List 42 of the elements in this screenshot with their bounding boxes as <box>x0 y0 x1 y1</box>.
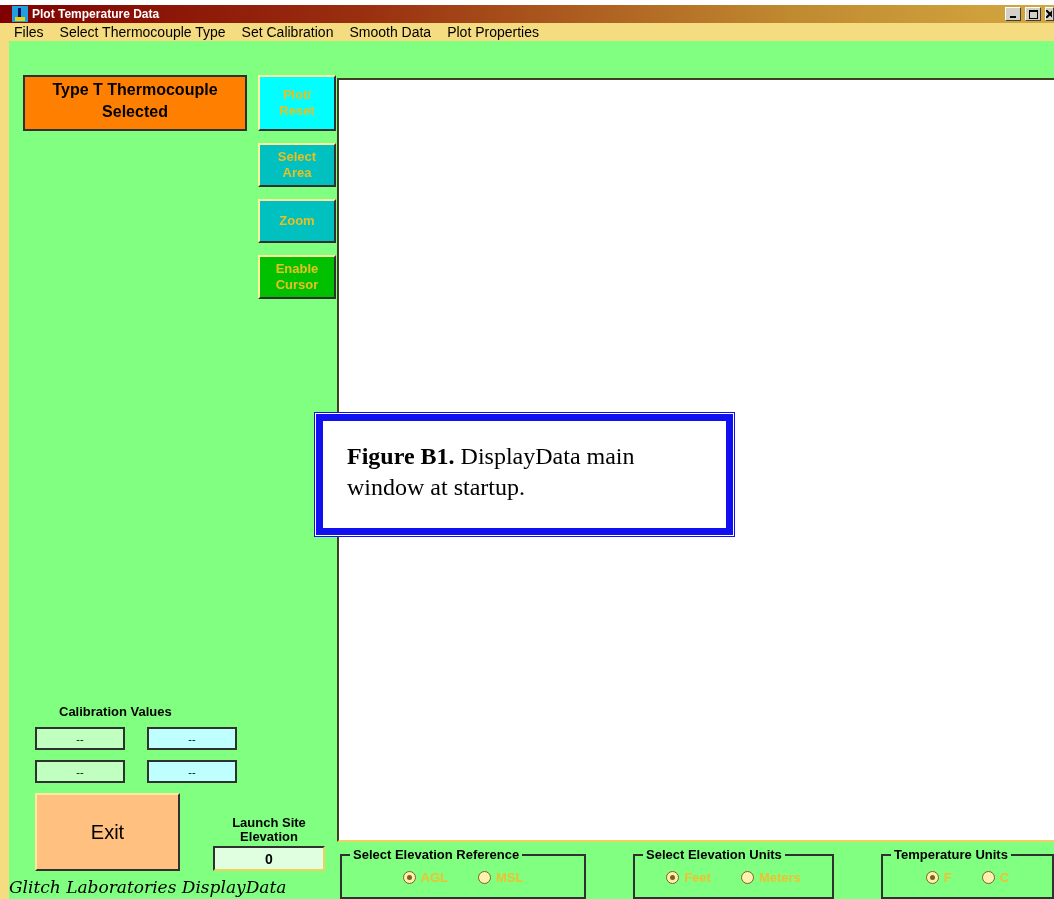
calibration-field: -- <box>35 727 125 750</box>
radio-option[interactable]: MSL <box>478 862 524 893</box>
radio-button[interactable] <box>478 871 491 884</box>
calibration-title: Calibration Values <box>59 704 173 719</box>
menu-item[interactable]: Set Calibration <box>237 24 346 40</box>
group-title: Select Elevation Reference <box>352 847 521 862</box>
maximize-button[interactable] <box>1025 7 1041 21</box>
calibration-field: -- <box>147 760 237 783</box>
app-icon <box>12 6 28 22</box>
radio-button[interactable] <box>740 871 754 884</box>
footer-text: Glitch Laboratories DisplayData <box>9 877 287 897</box>
menu-item[interactable]: Plot Properties <box>443 24 551 40</box>
thermocouple-status: Type T Thermocouple Selected <box>23 75 247 131</box>
close-button[interactable] <box>1045 7 1054 21</box>
calibration-field: -- <box>147 727 237 750</box>
group-title: Select Elevation Units <box>645 847 783 862</box>
calibration-field: -- <box>35 760 125 783</box>
tool-button[interactable]: Select Area <box>258 143 336 187</box>
radio-button[interactable] <box>402 871 416 884</box>
window-title: Plot Temperature Data <box>32 7 161 21</box>
radio-button[interactable] <box>666 871 680 884</box>
radio-option[interactable]: Feet <box>666 862 711 893</box>
minimize-button[interactable] <box>1005 7 1021 21</box>
radio-button[interactable] <box>981 871 995 884</box>
radio-option[interactable]: AGL <box>402 862 448 893</box>
radio-option[interactable]: C <box>981 862 1010 893</box>
exit-button[interactable]: Exit <box>35 793 180 871</box>
radio-button[interactable] <box>925 871 939 884</box>
close-icon <box>1046 10 1052 18</box>
menu-item[interactable]: Files <box>10 24 56 40</box>
tool-button[interactable]: Plot/ Reset <box>258 75 336 131</box>
figure-caption: Figure B1. DisplayData main window at startup. <box>314 412 735 537</box>
tool-button[interactable]: Enable Cursor <box>258 255 336 299</box>
menu-item[interactable]: Smooth Data <box>345 24 444 40</box>
tool-button[interactable]: Zoom <box>258 199 336 243</box>
group-title: Temperature Units <box>893 847 1009 862</box>
elevation-field[interactable]: 0 <box>213 846 325 871</box>
radio-option[interactable]: F <box>925 862 952 893</box>
maximize-icon <box>1028 9 1038 19</box>
radio-option[interactable]: Meters <box>740 862 801 893</box>
menu-item[interactable]: Select Thermocouple Type <box>55 24 238 40</box>
launch-site-label: Launch Site Elevation <box>231 816 307 844</box>
